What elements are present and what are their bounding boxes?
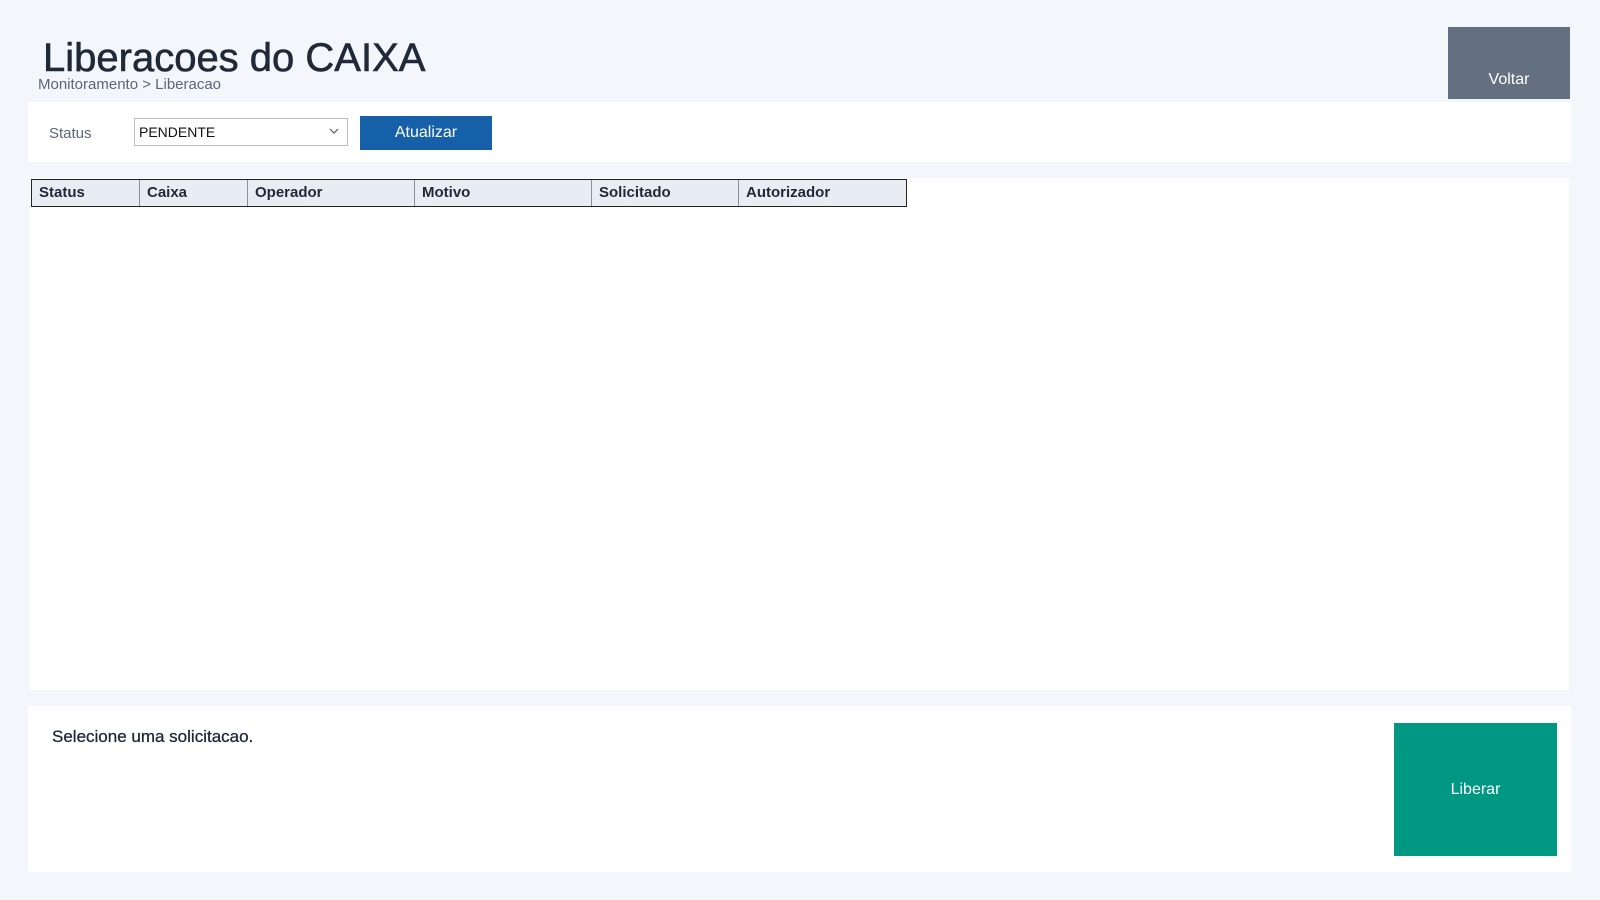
chevron-down-icon (329, 128, 339, 134)
column-header-operador[interactable]: Operador (248, 180, 415, 206)
table-header: Status Caixa Operador Motivo Solicitado … (31, 179, 907, 207)
column-header-status[interactable]: Status (32, 180, 140, 206)
back-button[interactable]: Voltar (1448, 27, 1570, 99)
column-header-solicitado[interactable]: Solicitado (592, 180, 739, 206)
column-header-motivo[interactable]: Motivo (415, 180, 592, 206)
status-select[interactable]: PENDENTE (134, 118, 348, 146)
requests-table: Status Caixa Operador Motivo Solicitado … (30, 178, 1569, 690)
detail-panel: Selecione uma solicitacao. Liberar (28, 706, 1571, 872)
filter-bar: Status PENDENTE Atualizar (28, 102, 1571, 162)
release-button[interactable]: Liberar (1394, 723, 1557, 856)
breadcrumb: Monitoramento > Liberacao (38, 76, 222, 93)
column-header-autorizador[interactable]: Autorizador (739, 180, 906, 206)
page-title: Liberacoes do CAIXA (43, 36, 426, 81)
column-header-caixa[interactable]: Caixa (140, 180, 248, 206)
refresh-button[interactable]: Atualizar (360, 116, 492, 150)
selection-message: Selecione uma solicitacao. (52, 727, 254, 746)
status-filter-label: Status (49, 125, 92, 142)
status-select-value: PENDENTE (139, 124, 216, 140)
